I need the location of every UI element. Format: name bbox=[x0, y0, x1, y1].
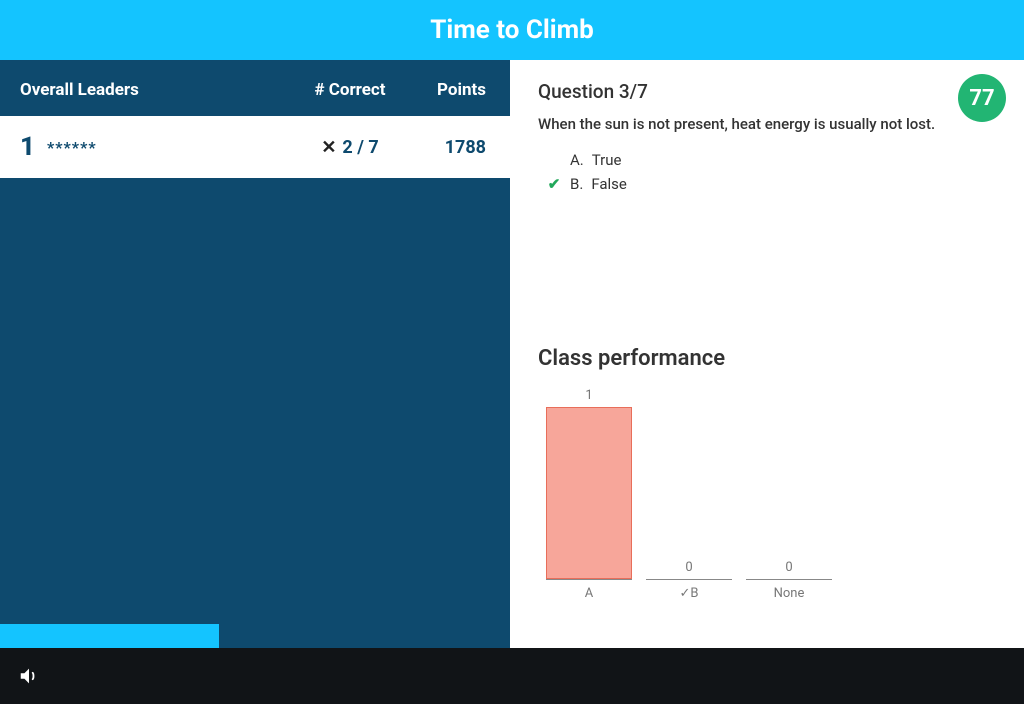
bar-baseline bbox=[546, 579, 632, 580]
chart-column: 0 ✓B bbox=[646, 560, 732, 601]
bar-label: A bbox=[585, 586, 593, 601]
leader-correct-value: 2 / 7 bbox=[342, 137, 378, 158]
footer-bar bbox=[0, 648, 1024, 704]
leader-points: 1788 bbox=[410, 137, 490, 158]
table-row: 1 ****** ✕ 2 / 7 1788 bbox=[0, 116, 510, 178]
option-letter: B. bbox=[570, 175, 583, 193]
main-area: Overall Leaders # Correct Points 1 *****… bbox=[0, 60, 1024, 648]
col-overall: Overall Leaders bbox=[20, 80, 290, 100]
option-text: False bbox=[591, 175, 627, 193]
bar-value: 1 bbox=[585, 388, 592, 403]
bar-baseline bbox=[746, 579, 832, 580]
option-row: ✔ B. False bbox=[546, 172, 996, 196]
option-letter: A. bbox=[570, 151, 584, 169]
question-panel: 77 Question 3/7 When the sun is not pres… bbox=[510, 60, 1024, 648]
score-badge: 77 bbox=[958, 74, 1006, 122]
question-options: A. True ✔ B. False bbox=[546, 148, 996, 196]
col-points: Points bbox=[410, 80, 490, 100]
page-title: Time to Climb bbox=[0, 0, 1024, 60]
leaders-panel: Overall Leaders # Correct Points 1 *****… bbox=[0, 60, 510, 648]
progress-bar bbox=[0, 624, 219, 648]
header-title: Time to Climb bbox=[430, 15, 594, 45]
leaders-header: Overall Leaders # Correct Points bbox=[0, 60, 510, 116]
bar-value: 0 bbox=[685, 560, 692, 575]
leader-correct: ✕ 2 / 7 bbox=[290, 137, 410, 158]
performance-title: Class performance bbox=[538, 346, 996, 371]
question-label: Question 3/7 bbox=[538, 80, 996, 103]
bar-baseline bbox=[646, 579, 732, 580]
chart-column: 1A bbox=[546, 388, 632, 601]
option-text: True bbox=[592, 151, 622, 169]
leader-name: ****** bbox=[47, 138, 290, 157]
bar-label: ✓B bbox=[680, 586, 699, 601]
sound-icon[interactable] bbox=[18, 665, 40, 687]
check-icon: ✔ bbox=[546, 175, 562, 193]
wrong-icon: ✕ bbox=[321, 137, 336, 158]
bar-value: 0 bbox=[785, 560, 792, 575]
option-row: A. True bbox=[546, 148, 996, 172]
col-correct: # Correct bbox=[290, 80, 410, 100]
bar bbox=[546, 407, 632, 579]
bar-label: None bbox=[774, 586, 805, 601]
leader-rank: 1 bbox=[20, 132, 35, 162]
performance-chart: 1A0✓B0None bbox=[538, 391, 996, 601]
chart-column: 0 None bbox=[746, 560, 832, 601]
question-text: When the sun is not present, heat energy… bbox=[538, 113, 996, 136]
